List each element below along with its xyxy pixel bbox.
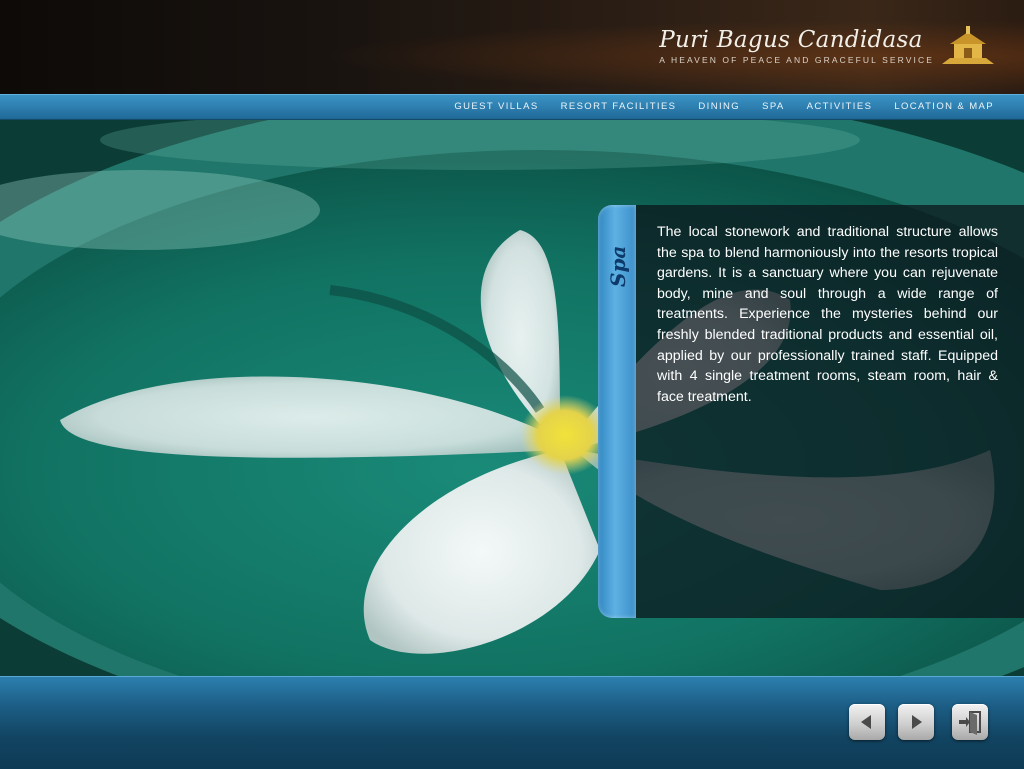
nav-item-activities[interactable]: ACTIVITIES: [807, 101, 873, 112]
nav-item-resort-facilities[interactable]: RESORT FACILITIES: [561, 101, 677, 112]
nav-item-spa[interactable]: SPA: [762, 101, 785, 112]
panel-body: The local stonework and traditional stru…: [636, 205, 1024, 618]
exit-door-icon: [959, 711, 981, 735]
nav-item-dining[interactable]: DINING: [698, 101, 740, 112]
brand-tagline: A HEAVEN OF PEACE AND GRACEFUL SERVICE: [659, 55, 934, 65]
nav-item-guest-villas[interactable]: GUEST VILLAS: [454, 101, 538, 112]
footer-bar: [0, 676, 1024, 769]
triangle-right-icon: [912, 715, 922, 729]
panel-tab: Spa: [598, 205, 636, 618]
exit-button[interactable]: [952, 704, 988, 740]
brand-title: Puri Bagus Candidasa: [659, 27, 923, 53]
temple-logo-icon: [942, 26, 994, 64]
header: Puri Bagus Candidasa A HEAVEN OF PEACE A…: [0, 0, 1024, 94]
info-panel: Spa The local stonework and traditional …: [598, 205, 1024, 618]
main-nav: GUEST VILLAS RESORT FACILITIES DINING SP…: [0, 94, 1024, 120]
panel-title: Spa: [606, 245, 630, 287]
brand: Puri Bagus Candidasa A HEAVEN OF PEACE A…: [659, 26, 934, 65]
nav-item-location-map[interactable]: LOCATION & MAP: [894, 101, 994, 112]
triangle-left-icon: [861, 715, 871, 729]
next-button[interactable]: [898, 704, 934, 740]
previous-button[interactable]: [849, 704, 885, 740]
panel-description: The local stonework and traditional stru…: [657, 224, 998, 405]
